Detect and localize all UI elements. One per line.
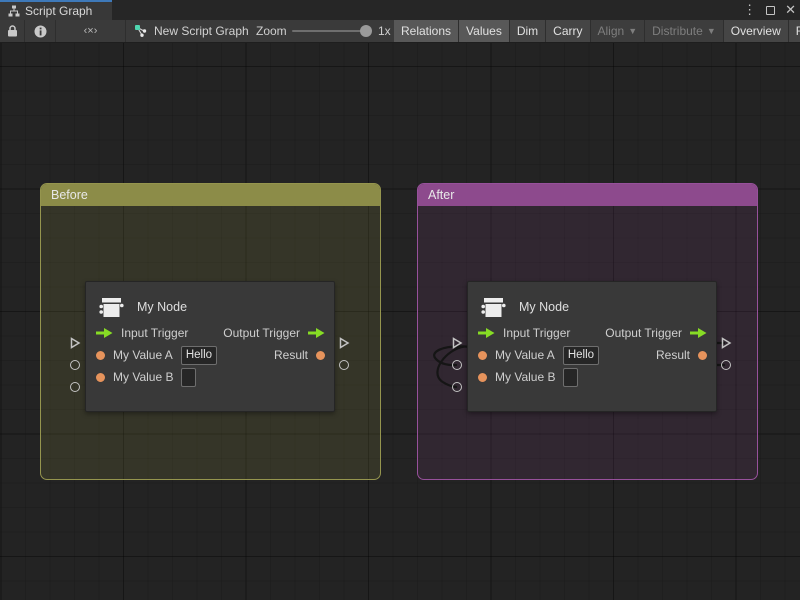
exec-output-arrow-icon[interactable] [308, 328, 325, 338]
lock-icon [7, 25, 18, 37]
maximize-icon[interactable] [766, 6, 775, 15]
trigger-row: Input Trigger Output Trigger [468, 322, 716, 344]
values-label: Values [466, 24, 502, 38]
zoom-slider-handle[interactable] [360, 25, 372, 37]
trigger-row: Input Trigger Output Trigger [86, 322, 334, 344]
tab-title: Script Graph [25, 4, 92, 18]
value-a-input[interactable] [181, 346, 217, 365]
full-screen-button[interactable]: Full Screen [789, 20, 800, 42]
full-screen-label: Full Screen [796, 24, 800, 38]
node-title: My Node [519, 300, 569, 314]
ext-trigger-in-port-before[interactable] [69, 337, 81, 349]
ext-result-port-after[interactable] [721, 360, 731, 370]
value-a-port-icon[interactable] [478, 351, 487, 360]
value-b-port-icon[interactable] [478, 373, 487, 382]
result-port-icon[interactable] [698, 351, 707, 360]
node-header: My Node [86, 282, 334, 322]
chevron-down-icon: ▼ [707, 26, 716, 36]
align-dropdown[interactable]: Align ▼ [591, 20, 646, 42]
unit-node-icon [480, 294, 507, 321]
ext-trigger-out-port-before[interactable] [338, 337, 350, 349]
graph-hierarchy-icon [8, 5, 20, 17]
value-a-label: My Value A [113, 348, 173, 362]
exec-input-arrow-icon[interactable] [478, 328, 495, 338]
value-a-port-icon[interactable] [96, 351, 105, 360]
overview-button[interactable]: Overview [724, 20, 789, 42]
relations-label: Relations [401, 24, 451, 38]
ext-value-a-port-after[interactable] [452, 360, 462, 370]
ext-value-b-port-before[interactable] [70, 382, 80, 392]
value-a-label: My Value A [495, 348, 555, 362]
value-a-row: My Value A Result [86, 344, 334, 366]
align-label: Align [598, 24, 625, 38]
node-my-node-before[interactable]: My Node Input Trigger Output Trigger [85, 281, 335, 412]
zoom-label: Zoom [256, 24, 287, 38]
zoom-slider-track[interactable] [292, 30, 366, 32]
lock-button[interactable] [0, 20, 25, 42]
value-b-label: My Value B [113, 370, 173, 384]
carry-label: Carry [553, 24, 582, 38]
exec-input-arrow-icon[interactable] [96, 328, 113, 338]
window-controls: ⋮ ✕ [743, 0, 796, 20]
carry-button[interactable]: Carry [546, 20, 590, 42]
graph-canvas[interactable]: Before After [0, 43, 800, 600]
ext-result-port-before[interactable] [339, 360, 349, 370]
value-b-row: My Value B [86, 366, 334, 388]
exec-output-arrow-icon[interactable] [690, 328, 707, 338]
group-after-title: After [428, 188, 454, 202]
ext-value-a-port-before[interactable] [70, 360, 80, 370]
input-trigger-label: Input Trigger [121, 326, 188, 340]
overview-label: Overview [731, 24, 781, 38]
graph-breadcrumb[interactable]: New Script Graph [126, 20, 257, 42]
unit-node-icon [98, 294, 125, 321]
menu-kebab-icon[interactable]: ⋮ [743, 0, 756, 20]
result-label: Result [656, 348, 690, 362]
value-a-row: My Value A Result [468, 344, 716, 366]
input-trigger-label: Input Trigger [503, 326, 570, 340]
ext-trigger-in-port-after[interactable] [451, 337, 463, 349]
node-header: My Node [468, 282, 716, 322]
toolbar-toggle-buttons: Relations Values Dim Carry Align ▼ Distr… [394, 20, 800, 42]
value-b-input[interactable] [181, 368, 196, 387]
tab-script-graph[interactable]: Script Graph [0, 0, 112, 20]
ext-value-b-port-after[interactable] [452, 382, 462, 392]
chevron-down-icon: ▼ [628, 26, 637, 36]
code-view-button[interactable]: ‹×› [56, 20, 126, 42]
distribute-label: Distribute [652, 24, 703, 38]
value-b-input[interactable] [563, 368, 578, 387]
dim-label: Dim [517, 24, 538, 38]
group-before-header[interactable]: Before [41, 184, 380, 206]
info-icon [34, 25, 47, 38]
code-icon: ‹×› [84, 25, 98, 37]
value-b-port-icon[interactable] [96, 373, 105, 382]
script-graph-window: Script Graph ⋮ ✕ ‹×› [0, 0, 800, 600]
group-before-title: Before [51, 188, 88, 202]
ext-trigger-out-port-after[interactable] [720, 337, 732, 349]
result-label: Result [274, 348, 308, 362]
output-trigger-label: Output Trigger [223, 326, 300, 340]
result-port-icon[interactable] [316, 351, 325, 360]
node-my-node-after[interactable]: My Node Input Trigger Output Trigger [467, 281, 717, 412]
close-icon[interactable]: ✕ [785, 0, 796, 20]
value-b-label: My Value B [495, 370, 555, 384]
graph-name-label: New Script Graph [154, 24, 249, 38]
graph-toolbar: ‹×› New Script Graph Zoom 1x Relations V… [0, 20, 800, 43]
node-title: My Node [137, 300, 187, 314]
dim-button[interactable]: Dim [510, 20, 546, 42]
info-button[interactable] [25, 20, 56, 42]
value-b-row: My Value B [468, 366, 716, 388]
output-trigger-label: Output Trigger [605, 326, 682, 340]
script-graph-icon [134, 24, 148, 38]
tab-bar: Script Graph ⋮ ✕ [0, 0, 800, 20]
values-button[interactable]: Values [459, 20, 510, 42]
group-after-header[interactable]: After [418, 184, 757, 206]
distribute-dropdown[interactable]: Distribute ▼ [645, 20, 724, 42]
zoom-value: 1x [378, 24, 391, 38]
relations-button[interactable]: Relations [394, 20, 459, 42]
value-a-input[interactable] [563, 346, 599, 365]
